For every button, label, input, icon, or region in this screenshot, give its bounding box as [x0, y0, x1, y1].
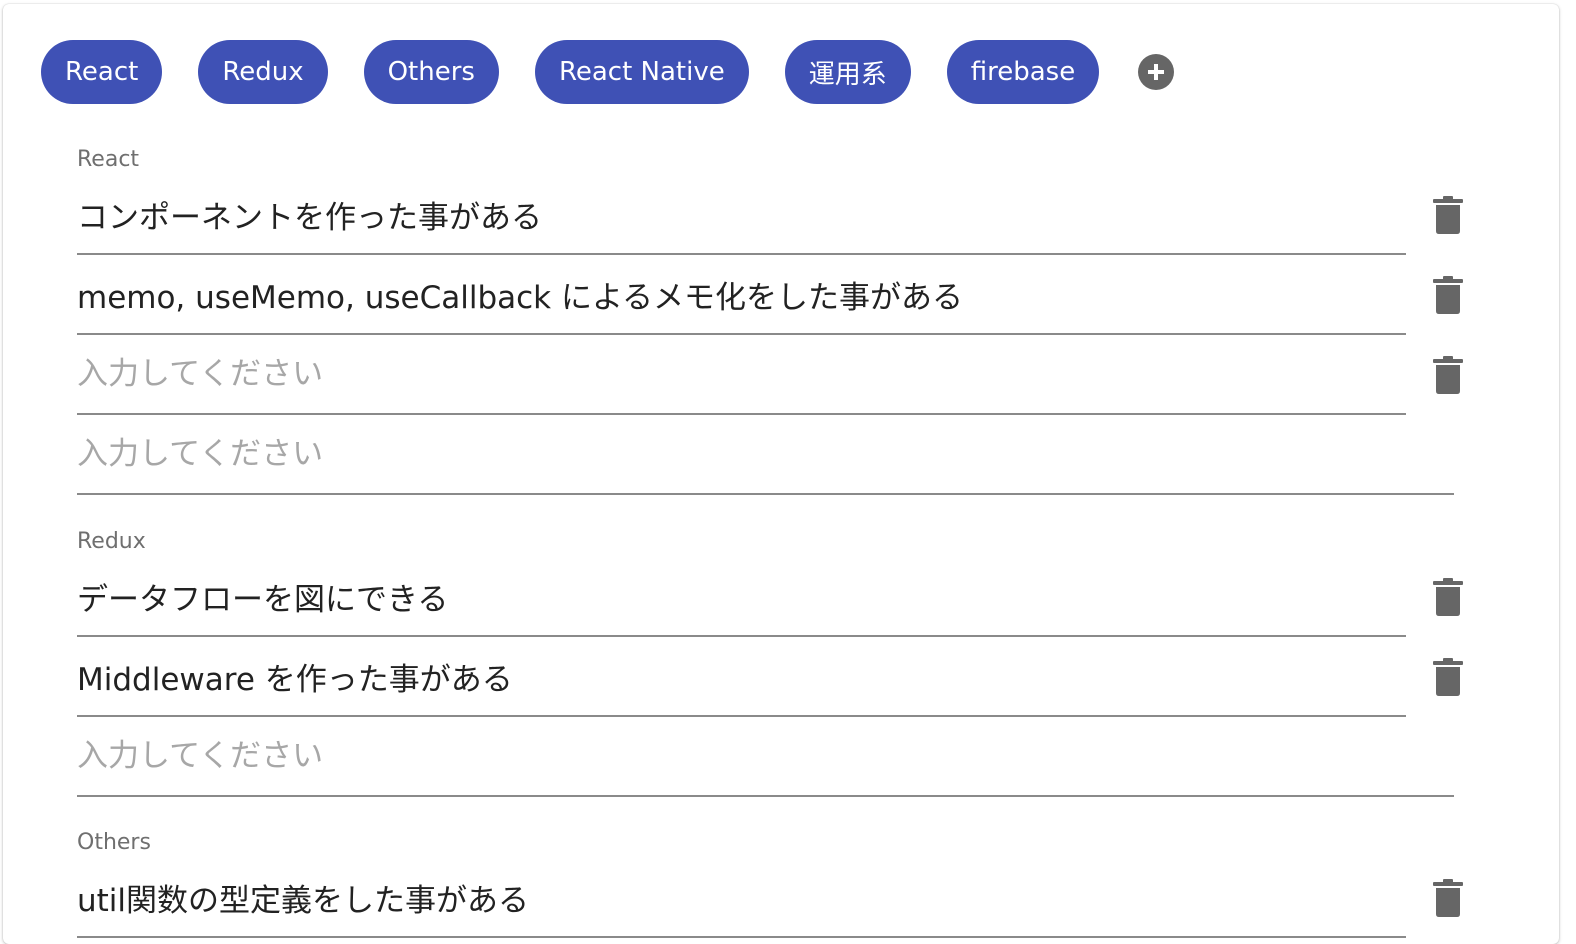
section-label: React	[77, 147, 140, 172]
skill-field	[77, 175, 1406, 255]
skill-field	[77, 255, 1406, 335]
new-skill-field	[77, 415, 1454, 495]
tab-firebase[interactable]: firebase	[946, 40, 1100, 104]
skill-field	[77, 335, 1406, 415]
skill-row	[77, 255, 1463, 335]
new-skill-row	[77, 717, 1454, 797]
delete-button[interactable]	[1431, 335, 1465, 415]
skill-field	[77, 637, 1406, 717]
tab-others[interactable]: Others	[363, 40, 499, 104]
new-skill-row	[77, 415, 1454, 495]
new-skill-input[interactable]	[77, 436, 1454, 472]
tab-operations[interactable]: 運用系	[784, 40, 911, 104]
skill-row	[77, 858, 1463, 938]
delete-button[interactable]	[1431, 637, 1465, 717]
section-label: Redux	[77, 529, 146, 554]
skill-input[interactable]	[77, 356, 1406, 392]
skill-input[interactable]	[77, 276, 1406, 312]
tab-react[interactable]: React	[41, 40, 163, 104]
trash-icon	[1433, 578, 1463, 616]
skill-row	[77, 175, 1463, 255]
trash-icon	[1433, 879, 1463, 917]
skill-editor-card: React Redux Others React Native 運用系 fire…	[3, 4, 1559, 944]
delete-button[interactable]	[1431, 557, 1465, 637]
skill-row	[77, 335, 1463, 415]
delete-button[interactable]	[1431, 175, 1465, 255]
skill-input[interactable]	[77, 578, 1406, 614]
new-skill-field	[77, 717, 1454, 797]
trash-icon	[1433, 276, 1463, 314]
section-label: Others	[77, 830, 151, 855]
section-others: Others	[77, 828, 1463, 938]
trash-icon	[1433, 196, 1463, 234]
category-tabs: React Redux Others React Native 運用系 fire…	[41, 40, 1175, 104]
add-circle-icon	[1148, 64, 1165, 80]
skill-input[interactable]	[77, 879, 1406, 915]
skill-field	[77, 557, 1406, 637]
add-category-button[interactable]	[1138, 54, 1175, 90]
trash-icon	[1433, 658, 1463, 696]
skill-input[interactable]	[77, 196, 1406, 232]
skill-input[interactable]	[77, 658, 1406, 694]
delete-button[interactable]	[1431, 255, 1465, 335]
skill-row	[77, 637, 1463, 717]
skill-field	[77, 858, 1406, 938]
tab-redux[interactable]: Redux	[198, 40, 328, 104]
new-skill-input[interactable]	[77, 738, 1454, 774]
section-react: React	[77, 145, 1463, 495]
tab-react-native[interactable]: React Native	[534, 40, 749, 104]
section-redux: Redux	[77, 527, 1463, 797]
trash-icon	[1433, 356, 1463, 394]
delete-button[interactable]	[1431, 858, 1465, 938]
skill-row	[77, 557, 1463, 637]
